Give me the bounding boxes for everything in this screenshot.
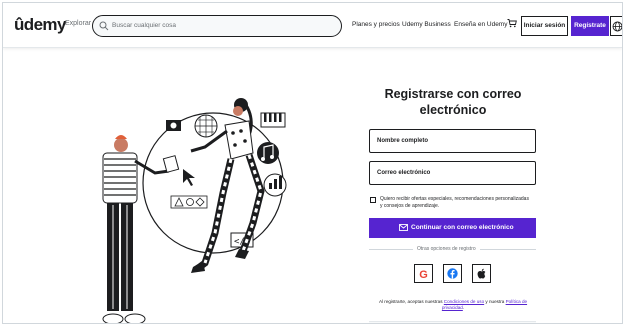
google-signup-button[interactable]: G [414,264,433,283]
facebook-icon [447,268,458,279]
continue-email-label: Continuar con correo electrónico [411,224,514,231]
terms-of-use-link[interactable]: Condiciones de uso [444,299,484,304]
full-name-label: Nombre completo [377,138,429,144]
globe-grid-icon [194,114,218,138]
search-input[interactable]: Buscar cualquier cosa [112,22,176,29]
nav-teach-on-udemy[interactable]: Enseña en Udemy [454,21,507,28]
terms-prefix: Al registrarte, aceptas nuestras [378,299,444,304]
language-button[interactable] [610,16,622,36]
title-line-1: Registrarse con correo [384,87,522,101]
piano-icon [260,112,286,128]
globe-icon [612,21,622,32]
other-options-label: Otras opciones de registro [413,246,480,252]
page-title: Registrarse con correo electrónico [368,86,538,118]
terms-text: Al registrarte, aceptas nuestras Condici… [371,299,535,311]
title-line-2: electrónico [419,103,487,117]
full-name-field[interactable]: Nombre completo [369,129,536,153]
search-bar[interactable]: Buscar cualquier cosa [92,15,342,37]
apple-signup-button[interactable] [472,264,491,283]
music-note-icon [257,142,279,164]
terms-suffix: . [462,305,465,310]
login-button[interactable]: Iniciar sesión [521,16,568,36]
email-field[interactable]: Correo electrónico [369,161,536,185]
nav-udemy-business[interactable]: Udemy Business [402,21,451,28]
camera-icon [166,120,181,131]
chart-icon [263,173,287,197]
signup-button[interactable]: Regístrate [571,16,609,36]
search-icon [99,21,109,31]
offers-checkbox-label: Quiero recibir ofertas especiales, recom… [380,196,529,209]
envelope-icon [399,224,408,231]
signup-illustration: </> [102,98,287,323]
nav-plans-pricing[interactable]: Planes y precios [352,21,400,28]
facebook-signup-button[interactable] [443,264,462,283]
explore-menu[interactable]: Explorar [65,20,91,27]
google-icon: G [419,269,428,281]
continue-email-button[interactable]: Continuar con correo electrónico [369,218,536,238]
top-header: ûdemy Explorar Buscar cualquier cosa Pla… [3,3,622,48]
bottom-panel [369,321,536,323]
page-frame: ûdemy Explorar Buscar cualquier cosa Pla… [2,2,623,324]
terms-middle: y nuestra [484,299,506,304]
apple-icon [477,268,486,279]
udemy-logo[interactable]: ûdemy [14,15,66,35]
shapes-icon [170,195,208,209]
offers-checkbox[interactable] [370,197,376,203]
email-label: Correo electrónico [377,170,431,176]
cart-icon[interactable] [507,18,517,28]
